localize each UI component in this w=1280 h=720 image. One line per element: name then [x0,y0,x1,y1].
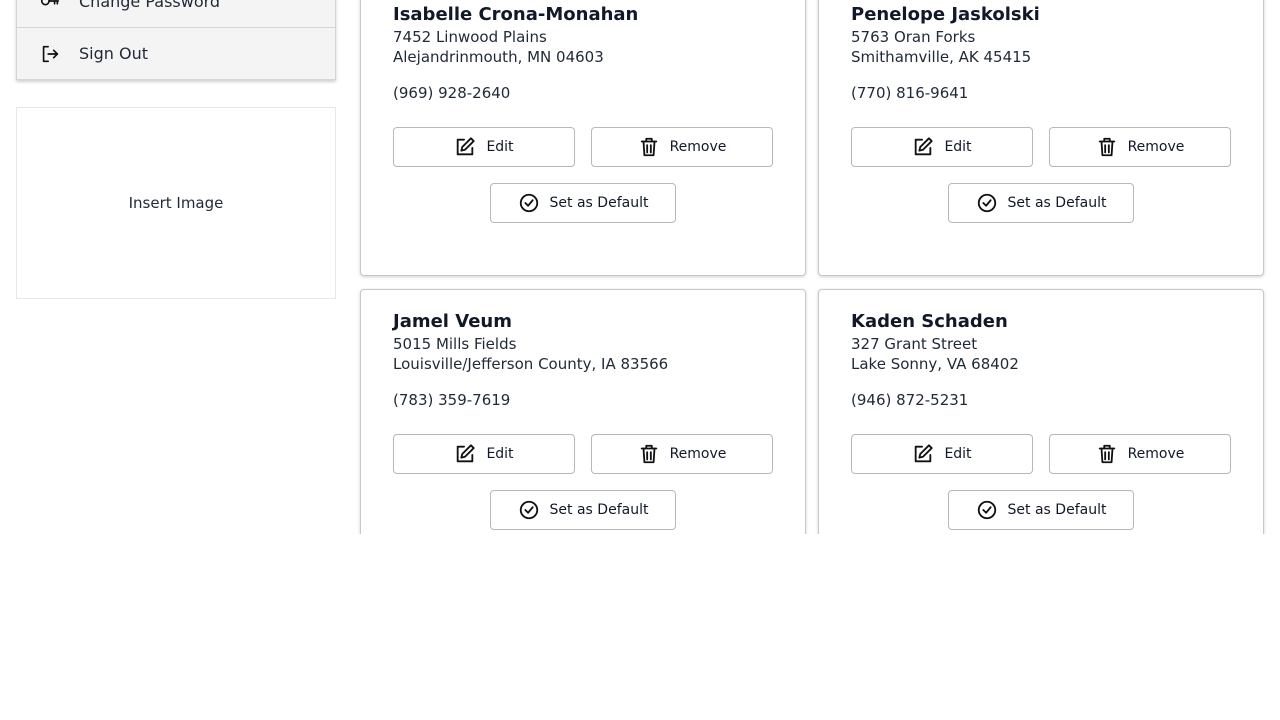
remove-label: Remove [1127,139,1185,155]
set-default-label: Set as Default [549,195,649,211]
menu-item-label: Change Password [79,0,221,11]
edit-label: Edit [486,139,514,155]
page-viewport: Change Password Sign Out Insert Image Is… [0,0,1280,534]
remove-button[interactable]: Remove [1049,127,1231,167]
edit-button[interactable]: Edit [393,434,575,474]
edit-button[interactable]: Edit [851,434,1033,474]
address-street: 7452 Linwood Plains [393,28,547,46]
remove-label: Remove [669,446,727,462]
address-street: 5763 Oran Forks [851,28,976,46]
address-street: 327 Grant Street [851,335,978,353]
menu-item-sign-out[interactable]: Sign Out [17,27,335,79]
address-name: Kaden Schaden [851,311,1008,332]
set-default-label: Set as Default [549,502,649,518]
sign-out-icon [39,43,61,65]
address-street: 5015 Mills Fields [393,335,517,353]
edit-label: Edit [944,139,972,155]
trash-icon [1096,136,1118,158]
address-city: Smithamville, AK 45415 [851,48,1032,66]
edit-button[interactable]: Edit [851,127,1033,167]
edit-label: Edit [944,446,972,462]
menu-item-label: Sign Out [79,44,148,63]
set-default-button[interactable]: Set as Default [948,490,1134,530]
key-icon [39,0,61,12]
address-card: Jamel Veum 5015 Mills Fields Louisville/… [360,289,806,534]
set-default-button[interactable]: Set as Default [490,183,676,223]
trash-icon [638,136,660,158]
address-card: Kaden Schaden 327 Grant Street Lake Sonn… [818,289,1264,534]
trash-icon [1096,443,1118,465]
remove-button[interactable]: Remove [591,127,773,167]
address-name: Jamel Veum [393,311,512,332]
set-default-button[interactable]: Set as Default [948,183,1134,223]
address-name: Penelope Jaskolski [851,4,1040,25]
edit-icon [454,443,476,465]
address-card: Isabelle Crona-Monahan 7452 Linwood Plai… [360,0,806,276]
check-circle-icon [518,192,540,214]
address-phone: (770) 816-9641 [851,84,969,102]
account-menu: Change Password Sign Out [16,0,336,80]
remove-button[interactable]: Remove [1049,434,1231,474]
set-default-button[interactable]: Set as Default [490,490,676,530]
check-circle-icon [518,499,540,521]
remove-label: Remove [669,139,727,155]
address-phone: (783) 359-7619 [393,391,511,409]
edit-button[interactable]: Edit [393,127,575,167]
set-default-label: Set as Default [1007,195,1107,211]
edit-icon [912,443,934,465]
remove-label: Remove [1127,446,1185,462]
set-default-label: Set as Default [1007,502,1107,518]
insert-image-placeholder[interactable]: Insert Image [16,107,336,299]
address-city: Louisville/Jefferson County, IA 83566 [393,355,669,373]
address-phone: (946) 872-5231 [851,391,969,409]
address-phone: (969) 928-2640 [393,84,511,102]
insert-image-label: Insert Image [128,194,224,212]
remove-button[interactable]: Remove [591,434,773,474]
address-city: Lake Sonny, VA 68402 [851,355,1019,373]
menu-item-change-password[interactable]: Change Password [17,0,335,27]
check-circle-icon [976,192,998,214]
edit-icon [454,136,476,158]
edit-icon [912,136,934,158]
check-circle-icon [976,499,998,521]
address-city: Alejandrinmouth, MN 04603 [393,48,604,66]
address-name: Isabelle Crona-Monahan [393,4,639,25]
address-card: Penelope Jaskolski 5763 Oran Forks Smith… [818,0,1264,276]
trash-icon [638,443,660,465]
edit-label: Edit [486,446,514,462]
